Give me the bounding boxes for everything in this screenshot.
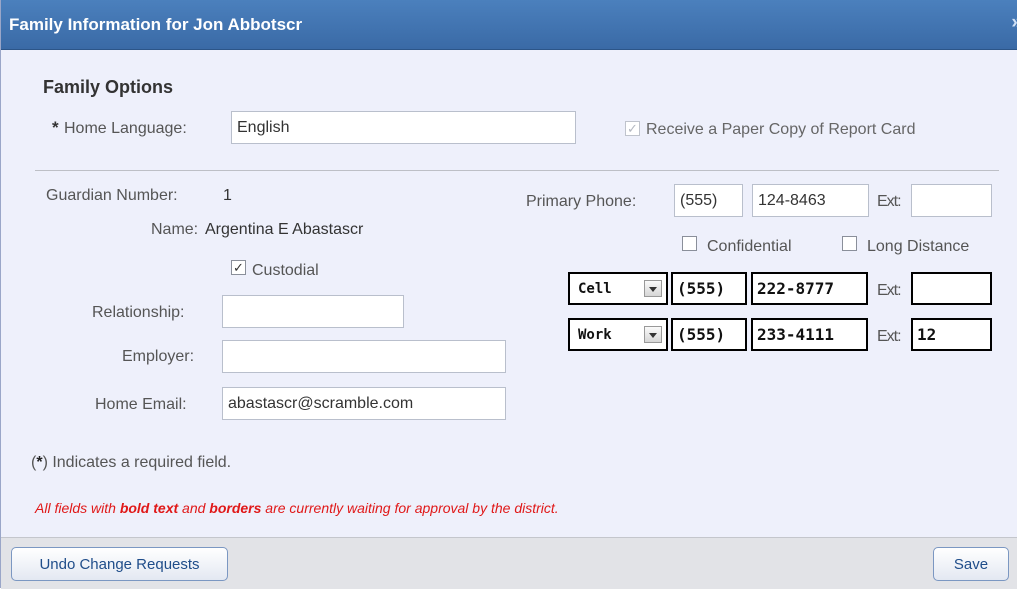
cell-ext-label: Ext: xyxy=(877,282,902,299)
approval-text-1: All fields with xyxy=(35,500,120,516)
primary-ext-label: Ext: xyxy=(877,193,902,210)
paper-copy-label: Receive a Paper Copy of Report Card xyxy=(646,121,916,138)
dialog-title-bar: Family Information for Jon Abbotscr » xyxy=(1,0,1017,50)
confidential-checkbox[interactable] xyxy=(682,236,697,251)
phone-type-select-cell[interactable]: Cell xyxy=(568,272,668,305)
approval-bold-1: bold text xyxy=(119,500,179,516)
guardian-number-value: 1 xyxy=(223,187,232,204)
employer-input[interactable] xyxy=(222,340,506,373)
approval-text-3: are currently waiting for approval by th… xyxy=(261,500,559,516)
phone-type-select-work[interactable]: Work xyxy=(568,318,668,351)
phone-type-value: Work xyxy=(578,327,612,343)
chevron-down-icon[interactable] xyxy=(644,326,662,343)
undo-change-requests-button[interactable]: Undo Change Requests xyxy=(11,547,228,581)
cell-ext-input[interactable] xyxy=(911,272,992,305)
primary-ext-input[interactable] xyxy=(911,184,992,217)
work-phone-area-input[interactable] xyxy=(671,318,747,351)
work-ext-input[interactable] xyxy=(911,318,992,351)
long-distance-checkbox[interactable] xyxy=(842,236,857,251)
note-required-text: ) Indicates a required field. xyxy=(42,454,232,471)
dialog-footer: Undo Change Requests Save xyxy=(1,537,1017,589)
primary-phone-label: Primary Phone: xyxy=(526,193,637,210)
chevron-down-icon[interactable] xyxy=(644,280,662,297)
home-email-input[interactable] xyxy=(222,387,506,420)
employer-label: Employer: xyxy=(122,348,195,365)
relationship-label: Relationship: xyxy=(92,304,185,321)
cell-phone-number-input[interactable] xyxy=(751,272,868,305)
long-distance-label: Long Distance xyxy=(867,238,970,255)
home-language-label: Home Language: xyxy=(64,120,187,137)
family-information-dialog: Family Information for Jon Abbotscr » Fa… xyxy=(0,0,1017,589)
phone-type-value: Cell xyxy=(578,281,612,297)
close-icon[interactable]: » xyxy=(1011,12,1017,34)
home-language-input[interactable] xyxy=(231,111,576,144)
pending-approval-note: All fields with bold text and borders ar… xyxy=(35,500,559,516)
required-asterisk: * xyxy=(52,118,59,137)
dialog-title: Family Information for Jon Abbotscr xyxy=(9,15,303,34)
save-button[interactable]: Save xyxy=(933,547,1009,581)
custodial-checkbox[interactable]: ✓ xyxy=(231,260,246,275)
relationship-input[interactable] xyxy=(222,295,404,328)
required-field-note: (*) Indicates a required field. xyxy=(31,454,231,472)
guardian-number-label: Guardian Number: xyxy=(46,187,178,204)
custodial-label: Custodial xyxy=(252,262,319,279)
section-divider xyxy=(35,170,999,171)
approval-text-2: and xyxy=(178,500,210,516)
confidential-label: Confidential xyxy=(707,238,792,255)
home-email-label: Home Email: xyxy=(95,396,187,413)
approval-bold-2: borders xyxy=(209,500,262,516)
work-ext-label: Ext: xyxy=(877,328,902,345)
primary-phone-area-input[interactable] xyxy=(674,184,743,217)
primary-phone-number-input[interactable] xyxy=(752,184,869,217)
paper-copy-checkbox[interactable]: ✓ xyxy=(625,121,640,136)
cell-phone-area-input[interactable] xyxy=(671,272,747,305)
work-phone-number-input[interactable] xyxy=(751,318,868,351)
family-options-heading: Family Options xyxy=(43,77,174,97)
guardian-name-label: Name: xyxy=(151,221,199,238)
guardian-name-value: Argentina E Abastascr xyxy=(205,221,364,238)
